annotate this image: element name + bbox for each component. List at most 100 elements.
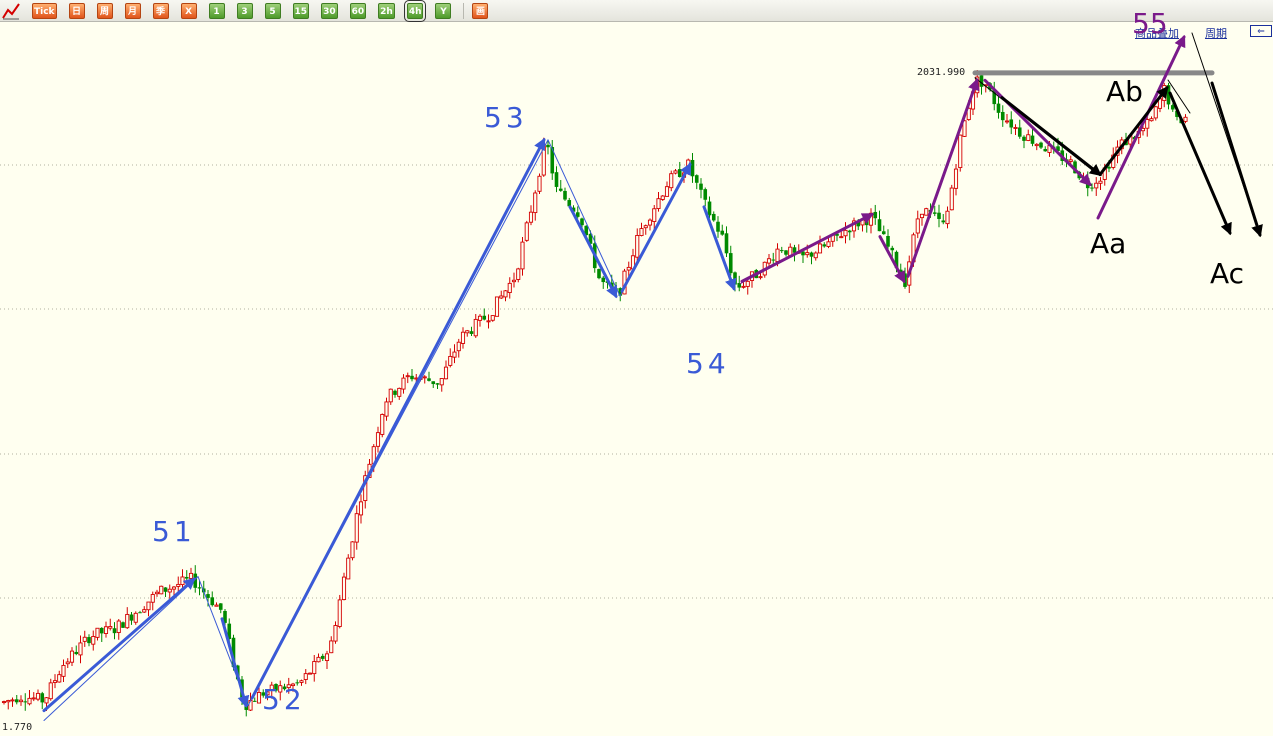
period-button-7[interactable]: 3: [236, 2, 253, 19]
thin-wave-53b: [547, 139, 621, 297]
candle-body: [1090, 187, 1094, 189]
candle: [388, 388, 393, 405]
period-button-0[interactable]: Tick: [32, 2, 57, 19]
candle-body: [775, 248, 780, 262]
candle: [477, 314, 483, 327]
candle-body: [873, 211, 878, 219]
candle-body: [375, 432, 381, 447]
candle-body: [87, 637, 91, 644]
candle-body: [528, 211, 534, 223]
candle: [677, 161, 682, 178]
candle-body: [14, 699, 19, 703]
chart-logo-icon[interactable]: [2, 2, 20, 20]
candle: [78, 635, 83, 664]
candle-body: [1107, 166, 1111, 169]
candle: [31, 692, 36, 702]
candle-body: [1022, 136, 1026, 141]
candle: [439, 378, 444, 392]
candle-body: [146, 601, 151, 611]
candle-body: [197, 587, 202, 589]
period-button-9[interactable]: 15: [292, 2, 310, 19]
period-button-8[interactable]: 5: [264, 2, 281, 19]
period-button-6[interactable]: 1: [208, 2, 225, 19]
candle: [57, 670, 62, 683]
candle: [1009, 111, 1014, 135]
candle-body: [18, 699, 24, 703]
candle: [163, 587, 168, 597]
candle-body: [1004, 120, 1010, 123]
candle: [443, 360, 449, 380]
candle-body: [524, 222, 529, 241]
candle-body: [341, 576, 347, 601]
candle: [146, 601, 151, 617]
candle: [341, 572, 347, 601]
candle-body: [91, 636, 96, 645]
period-button-1[interactable]: 日: [68, 2, 85, 19]
candle-body: [690, 159, 695, 177]
candle-body: [660, 195, 665, 200]
candle-body: [112, 628, 117, 634]
wave-arrow-forecast: [1210, 81, 1263, 238]
candle: [537, 173, 542, 195]
candle-body: [10, 699, 15, 702]
candle-body: [333, 625, 338, 642]
candle-body: [1009, 119, 1014, 128]
candle: [520, 237, 525, 276]
period-button-4[interactable]: 季: [152, 2, 169, 19]
candle-body: [303, 673, 308, 680]
candle-body: [74, 651, 79, 655]
candle: [601, 275, 606, 289]
candle-body: [915, 218, 920, 234]
candle-body: [116, 620, 121, 633]
period-button-10[interactable]: 30: [321, 2, 338, 19]
candle: [116, 619, 121, 640]
candle-body: [953, 168, 959, 189]
period-button-14[interactable]: Y: [435, 2, 452, 19]
candle-body: [924, 208, 929, 216]
candle-body: [52, 680, 58, 683]
candle-layer: [1, 70, 1188, 717]
candle-body: [159, 585, 164, 595]
candle: [452, 344, 457, 364]
candle: [324, 650, 330, 670]
candle: [95, 627, 100, 641]
candle-body: [537, 175, 542, 192]
candle-body: [626, 266, 631, 271]
wave-arrow-54: [702, 205, 737, 291]
candle-body: [996, 103, 1001, 113]
candle: [180, 569, 185, 589]
candle: [1043, 146, 1048, 152]
period-button-12[interactable]: 2h: [378, 2, 395, 19]
period-button-15[interactable]: 画: [472, 2, 489, 19]
candle-body: [1039, 142, 1043, 148]
wave-label-aa: Aa: [1090, 227, 1127, 260]
candle-body: [150, 594, 155, 603]
candle-body: [57, 674, 62, 683]
candle: [953, 164, 959, 196]
candle: [333, 621, 338, 644]
candlestick-chart[interactable]: [0, 23, 1273, 736]
toolbar: Tick 日周月季 X 1 3 5 15 30 60 2h 4h Y 画: [0, 0, 1273, 22]
chart-panel[interactable]: [0, 23, 1273, 736]
period-button-3[interactable]: 月: [124, 2, 141, 19]
candle-body: [99, 627, 104, 634]
candle: [358, 494, 364, 524]
candle-body: [316, 656, 321, 663]
period-button-13[interactable]: 4h: [403, 0, 427, 22]
wave-arrow-55: [1096, 34, 1186, 220]
period-button-5[interactable]: X: [180, 2, 197, 19]
candle: [1030, 128, 1035, 147]
candle: [1000, 105, 1005, 127]
candle: [597, 268, 601, 280]
candle-body: [941, 220, 946, 223]
candle-body: [35, 692, 41, 700]
candle: [52, 674, 58, 689]
candle-body: [546, 144, 550, 148]
candle-body: [456, 341, 461, 352]
candle-body: [129, 614, 134, 621]
period-button-2[interactable]: 周: [96, 2, 113, 19]
candle: [652, 205, 657, 230]
period-button-11[interactable]: 60: [349, 2, 367, 19]
candle-body: [839, 236, 844, 239]
candle-body: [779, 250, 784, 252]
